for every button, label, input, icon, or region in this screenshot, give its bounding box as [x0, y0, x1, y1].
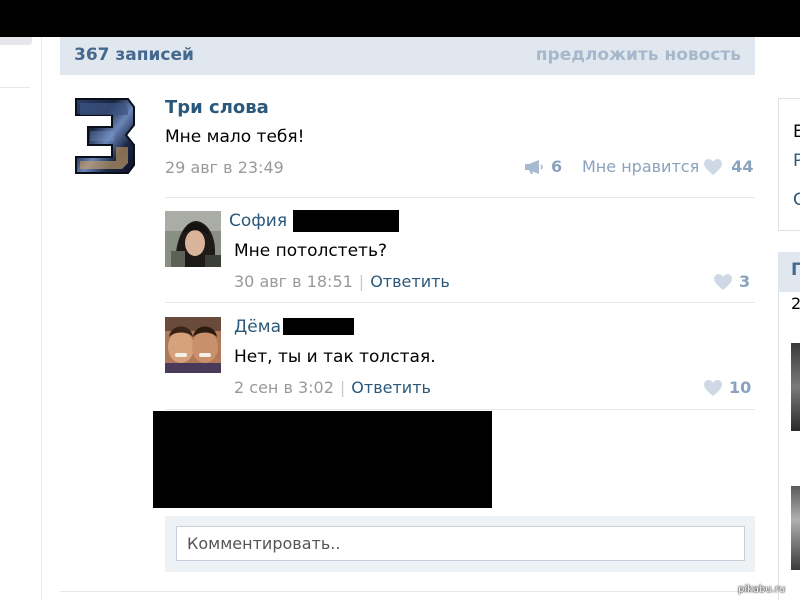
comment-avatar-dema[interactable]: [165, 317, 221, 373]
post-like-button[interactable]: Мне нравится 44: [582, 157, 753, 176]
heart-icon: [714, 273, 732, 290]
group-logo-3-icon: [75, 98, 135, 174]
comment-like-count: 3: [739, 272, 751, 291]
wall-post-count[interactable]: 367 записей: [74, 45, 194, 65]
heart-icon: [704, 379, 722, 396]
meta-separator: |: [358, 272, 365, 291]
watermark: pikabu.ru: [738, 584, 786, 595]
post-date[interactable]: 29 авг в 23:49: [165, 158, 284, 177]
sidebar-card-link[interactable]: С: [793, 190, 800, 210]
redaction-bar: [293, 210, 399, 232]
redaction-block: [153, 411, 492, 508]
comment-date[interactable]: 2 сен в 3:02: [234, 378, 334, 397]
group-avatar[interactable]: [70, 95, 136, 177]
left-nav-fragment[interactable]: [0, 37, 32, 45]
comment-divider: [165, 409, 755, 410]
bottom-divider: [60, 591, 755, 592]
meta-separator: |: [339, 378, 346, 397]
left-divider: [0, 87, 30, 88]
wall-header: 367 записей предложить новость: [60, 37, 755, 75]
post-author-link[interactable]: Три слова: [165, 97, 269, 118]
share-count: 6: [551, 157, 563, 176]
left-column-border: [41, 37, 42, 600]
sidebar-header-title[interactable]: П: [791, 260, 800, 280]
post-comments-divider: [165, 197, 755, 198]
sidebar-card-link[interactable]: Р: [793, 151, 800, 171]
sidebar-card-text: Е: [793, 122, 800, 142]
megaphone-icon: [525, 159, 543, 174]
comment-text: Мне потолстеть?: [234, 241, 387, 261]
dema-photo: [165, 317, 221, 373]
reply-link[interactable]: Ответить: [370, 272, 450, 291]
comment-divider: [165, 302, 755, 303]
sidebar-thumbnail[interactable]: [791, 343, 800, 431]
comment-like-button[interactable]: 3: [713, 272, 750, 291]
comment-author-link[interactable]: Дёма: [234, 317, 281, 337]
redaction-bar: [283, 318, 354, 335]
post-like-count: 44: [731, 157, 754, 176]
comment-meta: 30 авг в 18:51 | Ответить: [234, 272, 450, 291]
comment-like-count: 10: [729, 378, 752, 397]
comment-input[interactable]: [176, 526, 745, 561]
post-text: Мне мало тебя!: [165, 127, 305, 147]
comment-author-link[interactable]: София: [229, 211, 287, 231]
sidebar-header-count: 2: [791, 294, 800, 313]
comment-text: Нет, ты и так толстая.: [234, 347, 436, 367]
right-column-border: [778, 292, 779, 600]
comment-meta: 2 сен в 3:02 | Ответить: [234, 378, 431, 397]
top-black-bar: [0, 0, 800, 37]
comment-like-button[interactable]: 10: [703, 378, 751, 397]
comment-date[interactable]: 30 авг в 18:51: [234, 272, 353, 291]
share-button[interactable]: 6: [523, 157, 562, 176]
suggest-news-link[interactable]: предложить новость: [536, 45, 741, 65]
reply-link[interactable]: Ответить: [351, 378, 431, 397]
sofia-photo: [165, 211, 221, 267]
comment-avatar-sofia[interactable]: [165, 211, 221, 267]
sidebar-thumbnail[interactable]: [791, 486, 800, 570]
like-label: Мне нравится: [582, 157, 700, 176]
heart-icon: [704, 158, 723, 175]
